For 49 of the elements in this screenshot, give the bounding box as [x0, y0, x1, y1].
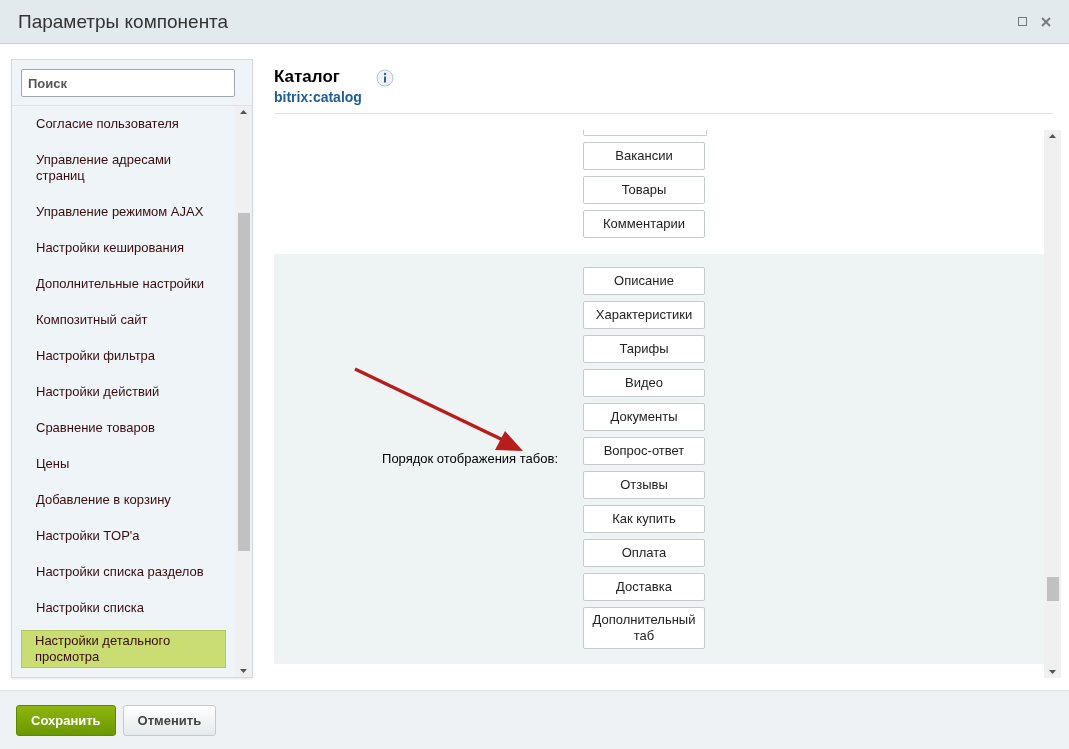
component-title: Каталог — [274, 67, 341, 87]
maximize-button[interactable] — [1018, 17, 1027, 26]
sidebar-item[interactable]: Дополнительные настройки — [21, 266, 226, 302]
sidebar-item[interactable]: Управление адресами страниц — [21, 142, 226, 194]
search-field[interactable]: Поиск — [21, 69, 235, 97]
field-label: Порядок отображения табов: — [381, 450, 558, 466]
sidebar-item[interactable]: Настройки действий — [21, 374, 226, 410]
tab-order-button[interactable]: Дополнительный таб — [583, 607, 705, 649]
tab-order-button[interactable]: Вопрос-ответ — [583, 437, 705, 465]
scroll-up-icon — [240, 110, 247, 114]
sidebar-item[interactable]: Настройки фильтра — [21, 338, 226, 374]
tab-order-button[interactable]: Доставка — [583, 573, 705, 601]
scrollbar-thumb[interactable] — [1046, 577, 1059, 601]
tab-order-button[interactable]: Документы — [583, 403, 705, 431]
tab-order-button[interactable]: Отзывы — [583, 471, 705, 499]
sidebar-item[interactable]: Настройки кеширования — [21, 230, 226, 266]
tab-order-button[interactable]: Комментарии — [583, 210, 705, 238]
tab-order-button[interactable]: Видео — [583, 369, 705, 397]
scroll-up-icon — [1049, 134, 1056, 138]
scrollbar[interactable] — [1044, 130, 1061, 678]
close-icon — [1041, 16, 1051, 27]
sidebar-item[interactable]: Настройки детального просмотра — [21, 630, 226, 668]
tab-order-button[interactable]: Как купить — [583, 505, 705, 533]
sidebar-item[interactable]: Композитный сайт — [21, 302, 226, 338]
sidebar-item[interactable]: Настройки TOP'а — [21, 518, 226, 554]
sidebar-item[interactable]: Управление режимом AJAX — [21, 194, 226, 230]
tab-order-button[interactable]: Описание — [583, 267, 705, 295]
maximize-icon — [1018, 17, 1027, 26]
tab-order-button[interactable]: Оплата — [583, 539, 705, 567]
sidebar-item[interactable]: Согласие пользователя — [21, 106, 226, 142]
scrollbar[interactable] — [235, 106, 252, 677]
cancel-button[interactable]: Отменить — [122, 704, 217, 736]
info-icon[interactable] — [375, 69, 394, 87]
close-button[interactable] — [1041, 16, 1051, 27]
tab-order-button[interactable]: Товары — [583, 176, 705, 204]
window-title: Параметры компонента — [18, 10, 230, 33]
scrollbar-thumb[interactable] — [237, 212, 250, 551]
sidebar-item[interactable]: Цены — [21, 446, 226, 482]
scroll-down-icon — [1049, 670, 1056, 674]
sidebar-item[interactable]: Настройки списка — [21, 590, 226, 626]
tab-order-button[interactable]: Вакансии — [583, 142, 705, 170]
sidebar-item[interactable]: Добавление в корзину — [21, 482, 226, 518]
tab-order-button[interactable]: Тарифы — [583, 335, 705, 363]
sidebar-item[interactable]: Настройки списка разделов — [21, 554, 226, 590]
component-code: bitrix:catalog — [274, 89, 362, 105]
arrow-icon — [353, 367, 525, 453]
sidebar-item[interactable]: Сравнение товаров — [21, 410, 226, 446]
scroll-down-icon — [240, 669, 247, 673]
tab-order-button[interactable]: Характеристики — [583, 301, 705, 329]
